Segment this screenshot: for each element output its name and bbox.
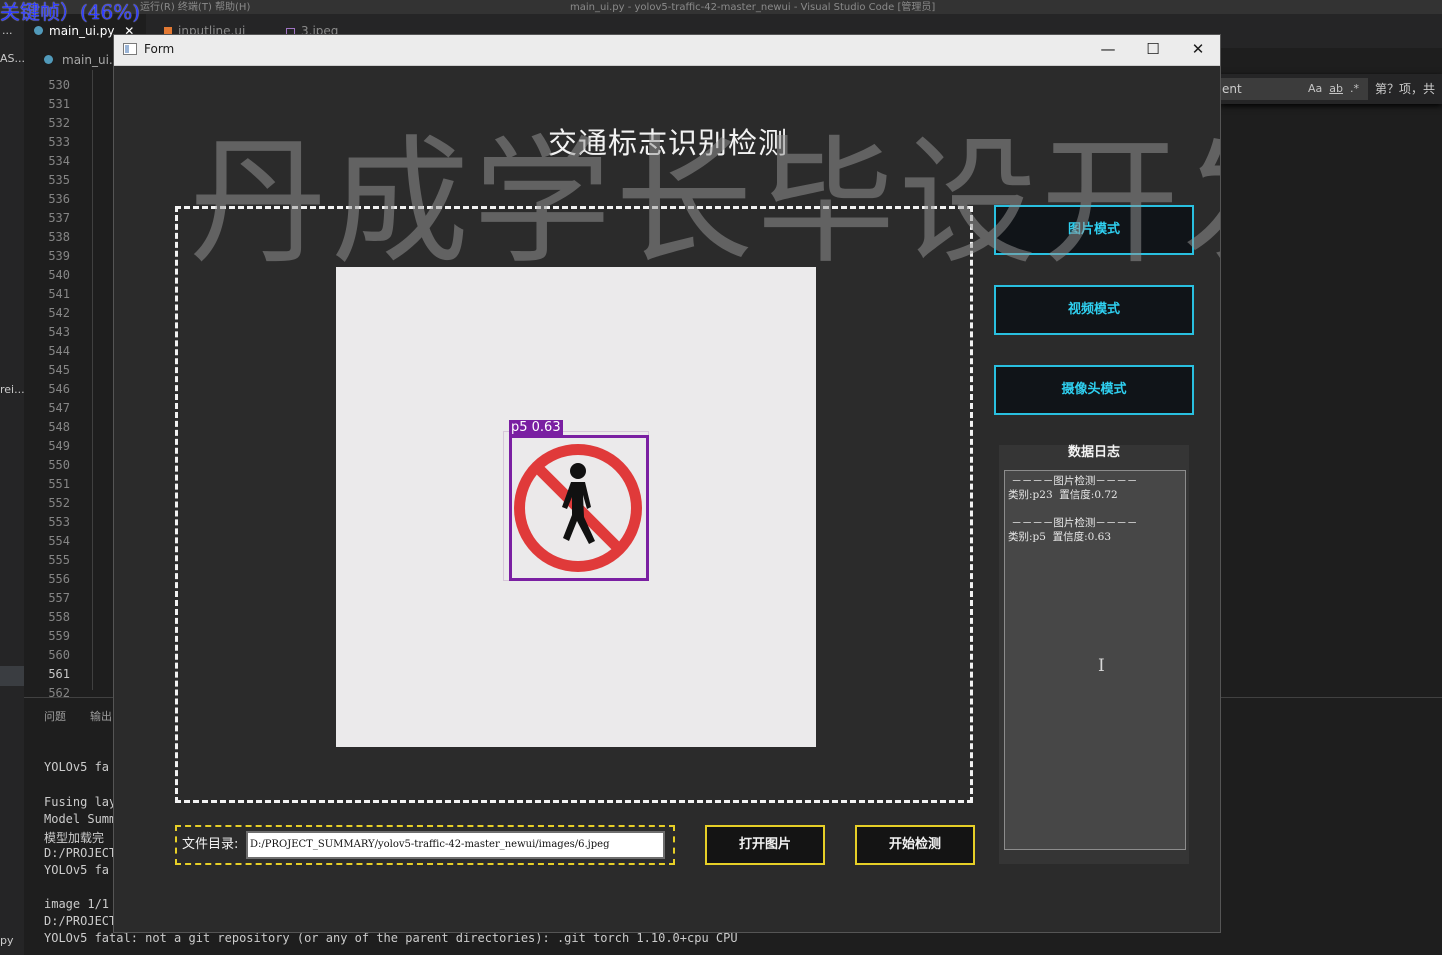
python-file-icon bbox=[44, 53, 59, 67]
detection-label: p5 0.63 bbox=[509, 420, 563, 436]
log-entry-header: －－－－图片检测－－－－ bbox=[1008, 475, 1138, 487]
line-number: 554 bbox=[48, 534, 70, 548]
line-number: 545 bbox=[48, 363, 70, 377]
tab-problems[interactable]: 问题 bbox=[44, 708, 66, 724]
vscode-window-title: main_ui.py - yolov5-traffic-42-master_ne… bbox=[570, 2, 936, 13]
screen-recorder-overlay: 关键帧）(46%) bbox=[0, 0, 141, 24]
form-title-bar[interactable]: Form — ☐ ✕ bbox=[114, 35, 1220, 66]
detected-sign: p5 0.63 bbox=[499, 420, 654, 583]
line-number: 552 bbox=[48, 496, 70, 510]
line-number: 537 bbox=[48, 211, 70, 225]
line-number: 551 bbox=[48, 477, 70, 491]
image-display-frame: p5 0.63 bbox=[175, 206, 973, 803]
find-widget: ent Aa ab .* 第？项，共 bbox=[1220, 74, 1442, 104]
app-icon bbox=[123, 43, 137, 55]
line-number: 553 bbox=[48, 515, 70, 529]
line-number: 530 bbox=[48, 78, 70, 92]
close-button[interactable]: ✕ bbox=[1175, 35, 1220, 65]
file-path-label: 文件目录: bbox=[182, 837, 239, 852]
minimize-button[interactable]: — bbox=[1085, 35, 1131, 65]
line-number: 543 bbox=[48, 325, 70, 339]
line-number: 531 bbox=[48, 97, 70, 111]
start-detection-button[interactable]: 开始检测 bbox=[855, 825, 975, 865]
line-number: 559 bbox=[48, 629, 70, 643]
indent-guide bbox=[92, 70, 93, 690]
line-number: 561 bbox=[48, 667, 70, 681]
terminal-line: YOLOv5 fa bbox=[44, 863, 110, 877]
data-log-panel: 数据日志 －－－－图片检测－－－－ 类别:p23 置信度:0.72 －－－－图片… bbox=[999, 445, 1189, 864]
log-title: 数据日志 bbox=[1067, 445, 1120, 460]
line-number: 538 bbox=[48, 230, 70, 244]
log-entry-detail: 类别:p5 置信度:0.63 bbox=[1008, 531, 1112, 543]
line-number: 557 bbox=[48, 591, 70, 605]
terminal-line: Fusing lay bbox=[44, 795, 117, 809]
regex-toggle[interactable]: .* bbox=[1350, 82, 1359, 95]
line-number: 532 bbox=[48, 116, 70, 130]
current-line-marker bbox=[0, 666, 24, 686]
terminal-line: D:/PROJECT bbox=[44, 846, 117, 860]
line-number: 546 bbox=[48, 382, 70, 396]
find-options: Aa ab .* bbox=[1308, 74, 1359, 104]
line-number: 539 bbox=[48, 249, 70, 263]
line-number: 534 bbox=[48, 154, 70, 168]
file-path-input[interactable]: D:/PROJECT_SUMMARY/yolov5-traffic-42-mas… bbox=[246, 831, 665, 859]
line-number: 558 bbox=[48, 610, 70, 624]
maximize-button[interactable]: ☐ bbox=[1130, 35, 1176, 65]
vscode-activity-bar: ... AS... rei... py bbox=[0, 14, 25, 955]
line-number: 560 bbox=[48, 648, 70, 662]
terminal-output: YOLOv5 fa Fusing lay Model Summ 模型加载完 D:… bbox=[44, 760, 738, 945]
line-number-gutter: 530 531 532 533 534 535 536 537 538 539 540 541 542 5… bbox=[24, 76, 70, 703]
terminal-line: D:/PROJECT bbox=[44, 914, 117, 928]
tab-label: main_ui.py bbox=[49, 24, 115, 38]
find-result-count: 第？项，共 bbox=[1375, 82, 1436, 96]
whole-word-toggle[interactable]: ab bbox=[1329, 82, 1343, 95]
file-path-group: 文件目录: D:/PROJECT_SUMMARY/yolov5-traffic-… bbox=[175, 825, 675, 865]
python-file-icon bbox=[34, 26, 43, 35]
log-entry-header: －－－－图片检测－－－－ bbox=[1008, 517, 1138, 529]
terminal-line: YOLOv5 fa bbox=[44, 760, 110, 774]
camera-mode-button[interactable]: 摄像头模式 bbox=[994, 365, 1194, 415]
line-number: 535 bbox=[48, 173, 70, 187]
activity-label: AS... bbox=[0, 52, 25, 65]
log-entry-detail: 类别:p23 置信度:0.72 bbox=[1008, 489, 1118, 501]
open-image-button[interactable]: 打开图片 bbox=[705, 825, 825, 865]
page-title: 交通标志识别检测 bbox=[547, 126, 788, 160]
line-number: 540 bbox=[48, 268, 70, 282]
tab-output[interactable]: 输出 bbox=[90, 708, 112, 724]
terminal-line: YOLOv5 fatal: not a git repository (or a… bbox=[44, 931, 738, 945]
line-number: 547 bbox=[48, 401, 70, 415]
line-number: 544 bbox=[48, 344, 70, 358]
image-mode-button[interactable]: 图片模式 bbox=[994, 205, 1194, 255]
vscode-menu-bar[interactable]: 运行(R) 终端(T) 帮助(H) bbox=[140, 0, 250, 13]
line-number: 556 bbox=[48, 572, 70, 586]
line-number: 533 bbox=[48, 135, 70, 149]
detection-image: p5 0.63 bbox=[336, 267, 816, 747]
terminal-line: image 1/1 bbox=[44, 897, 110, 911]
form-window-title: Form bbox=[144, 42, 175, 56]
video-mode-button[interactable]: 视频模式 bbox=[994, 285, 1194, 335]
activity-label: rei... bbox=[0, 383, 25, 396]
line-number: 548 bbox=[48, 420, 70, 434]
activity-label: py bbox=[0, 934, 14, 947]
activity-label: ... bbox=[2, 24, 13, 37]
line-number: 550 bbox=[48, 458, 70, 472]
line-number: 541 bbox=[48, 287, 70, 301]
line-number: 542 bbox=[48, 306, 70, 320]
line-number: 536 bbox=[48, 192, 70, 206]
line-number: 549 bbox=[48, 439, 70, 453]
bounding-box bbox=[509, 435, 649, 581]
form-body: 交通标志识别检测 p5 0.63 图片模式 视频模式 摄像头模式 数据日志 －－… bbox=[114, 66, 1220, 932]
terminal-line: Model Summ bbox=[44, 812, 117, 826]
form-window: Form — ☐ ✕ 交通标志识别检测 p5 0.63 图片模式 视频模式 摄像… bbox=[113, 34, 1221, 933]
match-case-toggle[interactable]: Aa bbox=[1308, 82, 1322, 95]
terminal-line: 模型加载完 bbox=[44, 831, 105, 845]
text-cursor-icon: I bbox=[1098, 656, 1105, 676]
log-textbox[interactable]: －－－－图片检测－－－－ 类别:p23 置信度:0.72 －－－－图片检测－－－… bbox=[1004, 470, 1186, 850]
vscode-title-bar: 运行(R) 终端(T) 帮助(H) main_ui.py - yolov5-tr… bbox=[0, 0, 1442, 14]
line-number: 555 bbox=[48, 553, 70, 567]
